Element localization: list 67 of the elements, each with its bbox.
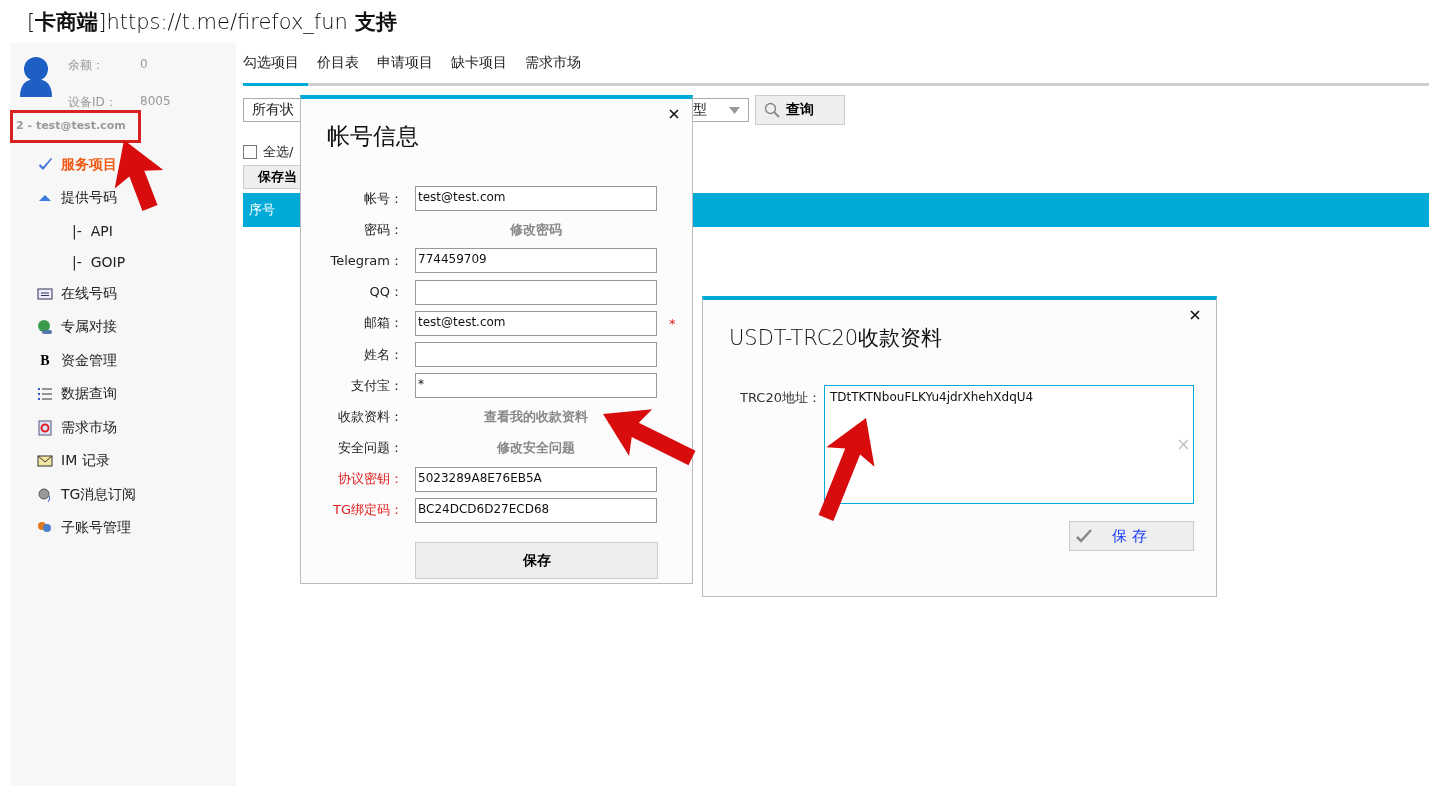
tab[interactable]: 勾选项目 <box>243 54 308 86</box>
column-header: 序号 <box>248 201 275 219</box>
save-button[interactable]: 保 存 <box>1069 521 1194 551</box>
field-label: 帐号： <box>363 189 403 208</box>
account-label: 2 - test@test.com <box>10 110 141 143</box>
dialog-title: USDT-TRC20收款资料 <box>728 325 944 352</box>
link[interactable]: 查看我的收款资料 <box>484 407 588 426</box>
list-icon <box>37 386 53 403</box>
nav-item[interactable]: IM 记录 <box>10 444 236 478</box>
tab[interactable]: 缺卡项目 <box>451 54 516 86</box>
field-label: Telegram： <box>329 251 403 270</box>
field-label: TG绑定码： <box>332 501 403 520</box>
input-field[interactable]: * <box>415 373 657 399</box>
dialog-title: 帐号信息 <box>326 122 420 151</box>
document-icon <box>37 419 53 436</box>
globe-icon <box>37 319 53 336</box>
search-button[interactable]: 查询 <box>755 95 845 125</box>
save-button[interactable]: 保存 <box>415 542 658 580</box>
search-icon <box>764 102 780 118</box>
envelope-icon <box>37 453 53 470</box>
nav-item[interactable]: 数据查询 <box>10 377 236 411</box>
device-id: 8005 <box>140 94 171 110</box>
nav-item[interactable]: B 资金管理 <box>10 344 236 378</box>
field-label: TRC20地址： <box>739 389 821 407</box>
nav-item[interactable]: 专属对接 <box>10 310 236 344</box>
input-field[interactable] <box>415 342 657 368</box>
field-label: 收款资料： <box>337 407 403 426</box>
input-field[interactable]: 774459709 <box>415 248 657 274</box>
close-icon[interactable] <box>669 109 679 119</box>
address-field[interactable]: TDtTKTNbouFLKYu4jdrXhehXdqU4 <box>824 385 1194 504</box>
field-label: 邮箱： <box>363 314 403 333</box>
nav-item[interactable]: 子账号管理 <box>10 511 236 545</box>
caret-icon <box>729 106 740 114</box>
field-label: 安全问题： <box>337 439 403 458</box>
up-arrow-icon <box>39 195 51 202</box>
close-icon[interactable] <box>1190 310 1200 320</box>
select-all-label: 全选/ <box>263 143 294 161</box>
user-avatar-icon <box>18 55 54 99</box>
nav-item[interactable]: 在线号码 <box>10 277 236 311</box>
page-title: [卡商端]https://t.me/firefox_fun 支持 <box>27 8 397 36</box>
input-field[interactable]: test@test.com <box>415 186 657 212</box>
nav-item[interactable]: TG消息订阅 <box>10 478 236 512</box>
nav-subitem[interactable]: |- API <box>10 215 236 246</box>
field-label: QQ： <box>368 283 403 302</box>
select-all-checkbox[interactable] <box>243 145 257 159</box>
input-field[interactable] <box>415 279 657 305</box>
speaker-icon <box>37 486 53 503</box>
tab[interactable]: 需求市场 <box>525 54 590 86</box>
nav-subitem[interactable]: |- GOIP <box>10 246 236 277</box>
required-mark: * <box>669 315 677 331</box>
field-label: 协议密钥： <box>337 470 403 489</box>
field-label: 支付宝： <box>350 376 403 395</box>
tab[interactable]: 申请项目 <box>377 54 442 86</box>
input-field[interactable]: BC24DCD6D27ECD68 <box>415 497 657 523</box>
balance-value: 0 <box>140 57 149 73</box>
nav-item[interactable]: 需求市场 <box>10 411 236 445</box>
input-field[interactable]: 5023289A8E76EB5A <box>415 466 657 492</box>
balance-label: 余额： <box>68 57 105 74</box>
field-label: 姓名： <box>363 345 403 364</box>
device-label: 设备ID： <box>68 94 118 111</box>
bold-letter-icon: B <box>37 352 53 369</box>
tab[interactable]: 价目表 <box>317 54 368 86</box>
nav-item[interactable]: 提供号码 <box>10 181 236 215</box>
check-icon <box>1076 529 1092 543</box>
document-icon <box>37 285 53 302</box>
field-label: 密码： <box>363 220 403 239</box>
input-field[interactable]: test@test.com <box>415 310 657 336</box>
